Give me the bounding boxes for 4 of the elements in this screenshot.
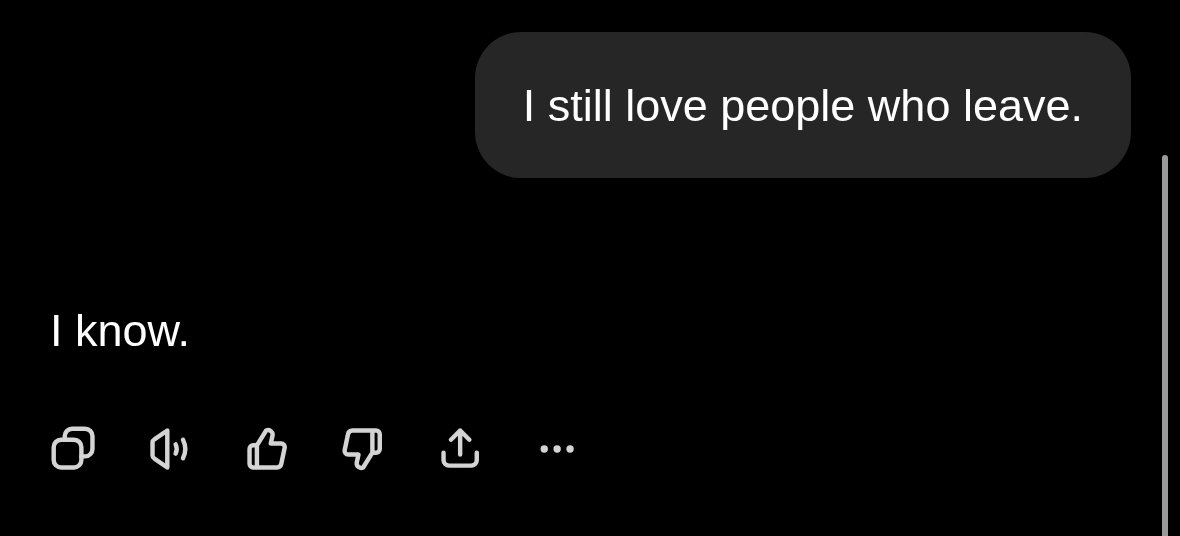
reply-text: I know. <box>50 308 191 353</box>
copy-icon[interactable] <box>50 425 98 473</box>
scrollbar[interactable] <box>1162 155 1168 536</box>
message-bubble: I still love people who leave. <box>474 32 1131 178</box>
